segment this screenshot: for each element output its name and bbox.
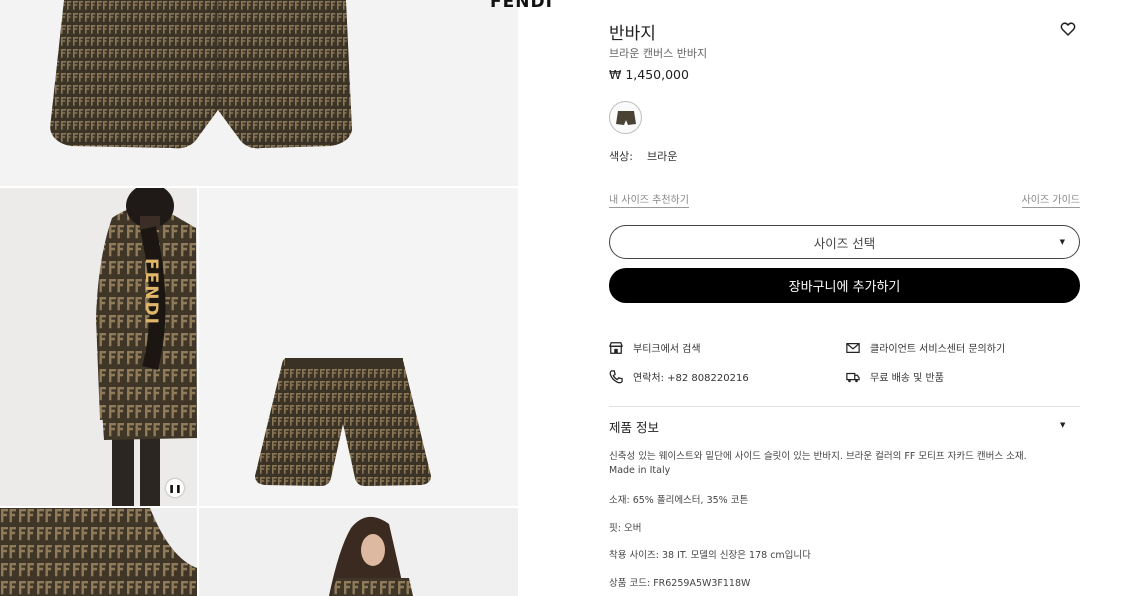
video-pause-button[interactable]: ❚❚ [166, 479, 184, 497]
gallery-image-shorts-flat[interactable] [199, 188, 518, 506]
service-store-search[interactable]: 부티크에서 검색 [609, 340, 701, 355]
size-recommend-link[interactable]: 내 사이즈 추천하기 [609, 191, 689, 208]
service-free-shipping[interactable]: 무료 배송 및 반품 [846, 369, 944, 384]
service-label: 무료 배송 및 반품 [870, 373, 944, 384]
add-to-cart-button[interactable]: 장바구니에 추가하기 [609, 268, 1080, 303]
wishlist-heart-icon[interactable] [1060, 21, 1076, 37]
product-details-panel: 반바지 브라운 캔버스 반바지 ₩ 1,450,000 색상: 브라운 내 사이즈… [609, 0, 1080, 596]
gallery-image-model-front[interactable] [199, 508, 518, 596]
description-text: 신축성 있는 웨이스트와 밑단에 사이드 슬릿이 있는 반바지. 브라운 컬러의… [609, 451, 1027, 462]
bag-logo-text: FENDI [141, 258, 161, 326]
store-icon [609, 341, 623, 354]
brand-logo[interactable]: FENDI [490, 0, 553, 12]
gallery-image-fabric-closeup[interactable] [0, 508, 197, 596]
service-label: 부티크에서 검색 [633, 344, 701, 355]
service-contact-client[interactable]: 클라이언트 서비스센터 문의하기 [846, 340, 1005, 355]
product-subtitle: 브라운 캔버스 반바지 [609, 47, 708, 60]
gallery-image-model-back[interactable]: FENDI [0, 188, 197, 506]
spec-model-size: 착용 사이즈: 38 IT. 모델의 신장은 178 cm입니다 [609, 550, 811, 561]
color-value: 브라운 [646, 150, 678, 163]
mail-icon [846, 342, 860, 353]
product-gallery: FENDI ❚❚ [0, 0, 518, 596]
origin-text: Made in Italy [609, 465, 671, 476]
spec-material: 소재: 65% 폴리에스터, 35% 코튼 [609, 495, 749, 506]
color-swatch-brown[interactable] [609, 101, 642, 134]
size-select-dropdown[interactable]: 사이즈 선택 ▼ [609, 225, 1080, 259]
service-label: 클라이언트 서비스센터 문의하기 [870, 344, 1006, 355]
truck-return-icon [846, 372, 860, 382]
product-title: 반바지 [609, 24, 656, 44]
service-label: 연락처: +82 808220216 [633, 373, 749, 384]
spec-fit: 핏: 오버 [609, 523, 642, 534]
color-info: 색상: 브라운 [609, 148, 677, 164]
section-divider [609, 406, 1080, 407]
color-label: 색상: [609, 150, 633, 163]
caret-down-icon[interactable]: ▼ [1060, 421, 1065, 429]
product-description: 신축성 있는 웨이스트와 밑단에 사이드 슬릿이 있는 반바지. 브라운 컬러의… [609, 450, 1080, 478]
product-info-accordion-title[interactable]: 제품 정보 [609, 417, 659, 436]
gallery-image-shorts-front[interactable] [0, 0, 518, 186]
product-price: ₩ 1,450,000 [609, 67, 689, 82]
spec-product-code: 상품 코드: FR6259A5W3F118W [609, 578, 751, 589]
phone-icon [609, 369, 623, 383]
caret-down-icon: ▼ [1059, 238, 1065, 246]
size-guide-link[interactable]: 사이즈 가이드 [1021, 191, 1080, 208]
size-select-placeholder: 사이즈 선택 [813, 235, 876, 251]
service-phone[interactable]: 연락처: +82 808220216 [609, 369, 749, 384]
